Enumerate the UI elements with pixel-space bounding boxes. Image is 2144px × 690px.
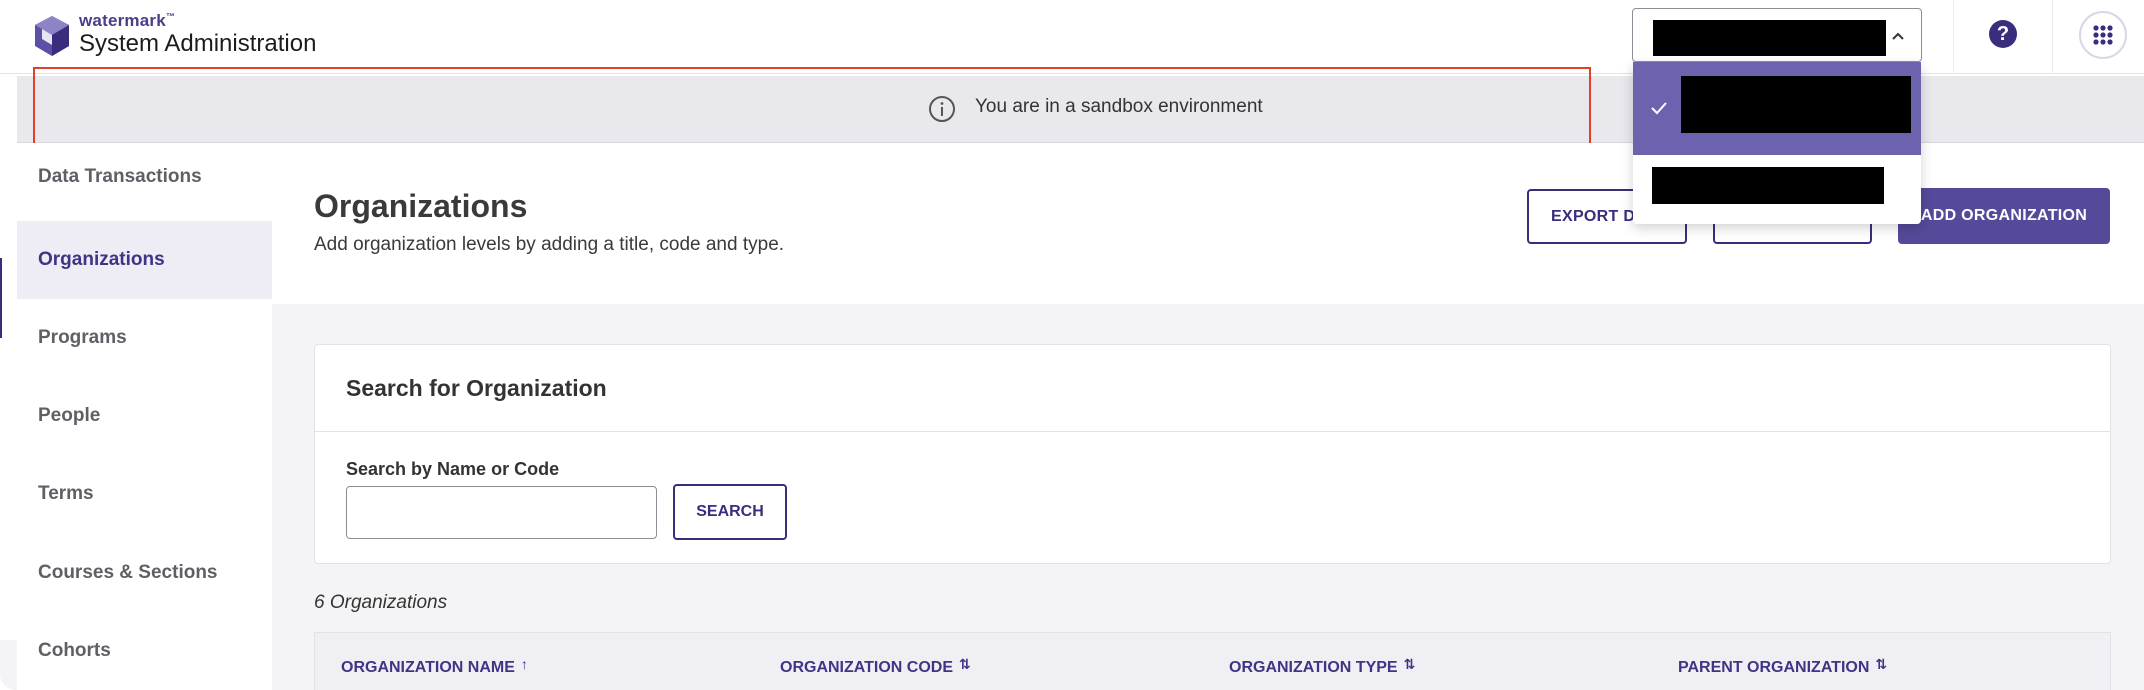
sidebar-item-organizations[interactable]: Organizations [17,221,272,299]
check-icon [1651,102,1667,115]
add-organization-button[interactable]: ADD ORGANIZATION [1898,188,2110,244]
sort-icon[interactable]: ⇅ [1404,656,1416,672]
results-count: 6 Organizations [314,592,448,613]
search-card: Search for Organization Search by Name o… [314,344,2111,564]
apps-grid-icon[interactable] [2079,11,2127,59]
search-card-title: Search for Organization [346,375,607,401]
redacted-option-label [1652,167,1884,204]
window-edge-accent [0,258,2,338]
sort-icon[interactable]: ⇅ [1875,656,1887,672]
page-title: Organizations [314,188,528,224]
redacted-selected-environment [1653,20,1886,56]
watermark-logo-icon [35,16,69,56]
column-header-parent-organization[interactable]: PARENT ORGANIZATION ⇅ [1678,656,1887,677]
card-divider [315,431,2110,432]
brand-name: watermark™ [79,11,176,30]
search-input[interactable] [346,486,657,539]
window-corner [0,640,17,690]
sort-ascending-icon[interactable]: ↑ [521,656,528,672]
sidebar-item-data-transactions[interactable]: Data Transactions [17,138,272,216]
header-divider [2052,0,2053,74]
sort-icon[interactable]: ⇅ [959,656,971,672]
main-content: Organizations Add organization levels by… [272,143,2144,690]
chevron-up-icon [1892,32,1904,40]
table-header-row: ORGANIZATION NAME ↑ ORGANIZATION CODE ⇅ OR… [314,632,2111,690]
column-header-organization-name[interactable]: ORGANIZATION NAME ↑ [341,656,528,677]
sidebar-item-cohorts[interactable]: Cohorts [17,612,272,690]
sidebar-item-terms[interactable]: Terms [17,455,272,533]
page-subtitle: Add organization levels by adding a titl… [314,234,785,255]
environment-dropdown-menu [1633,62,1921,224]
sidebar-item-courses-sections[interactable]: Courses & Sections [17,534,272,612]
app-title: System Administration [79,30,317,57]
dropdown-option[interactable] [1633,155,1921,224]
header-divider [1953,0,1954,74]
redacted-option-label [1681,76,1911,133]
search-field-label: Search by Name or Code [346,459,560,479]
help-icon[interactable]: ? [1989,20,2017,48]
sidebar-nav: Data Transactions Organizations Programs… [17,143,272,690]
column-header-organization-code[interactable]: ORGANIZATION CODE ⇅ [780,656,971,677]
search-button[interactable]: SEARCH [673,484,787,540]
dropdown-option-selected[interactable] [1633,62,1921,155]
sidebar-item-people[interactable]: People [17,377,272,455]
sidebar-item-programs[interactable]: Programs [17,299,272,377]
column-header-organization-type[interactable]: ORGANIZATION TYPE ⇅ [1229,656,1415,677]
environment-select[interactable] [1632,8,1922,62]
info-icon [929,96,955,122]
sandbox-banner-text: You are in a sandbox environment [975,96,1263,117]
